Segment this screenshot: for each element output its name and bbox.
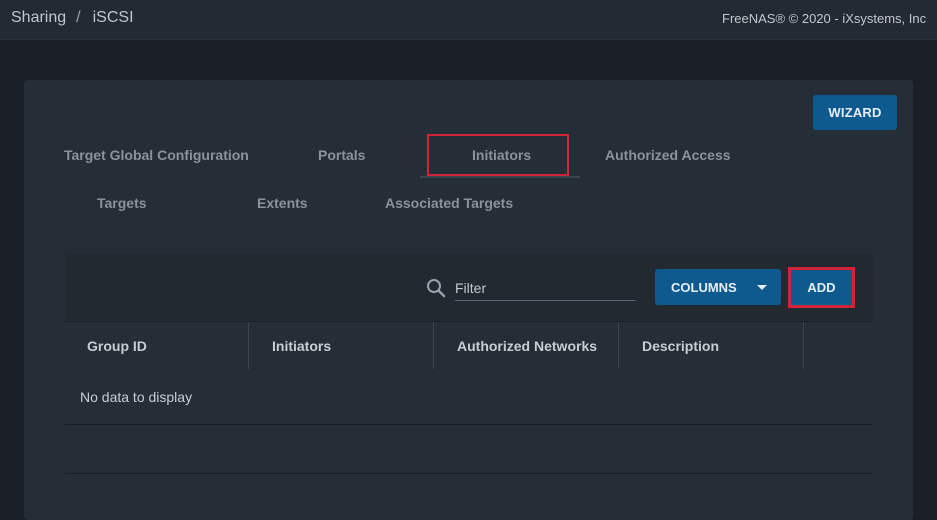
column-header-initiators[interactable]: Initiators [250,322,434,369]
table-row-divider [65,424,873,425]
breadcrumb-sharing[interactable]: Sharing [11,9,66,27]
table-footer-divider [65,473,873,474]
wizard-button[interactable]: WIZARD [813,95,897,130]
column-divider[interactable] [803,322,804,369]
empty-table-message: No data to display [80,389,193,405]
column-divider[interactable] [248,322,249,369]
columns-button-label: COLUMNS [671,280,737,295]
column-header-description[interactable]: Description [620,322,804,369]
caret-down-icon [757,285,767,290]
tab-target-global-configuration[interactable]: Target Global Configuration [64,147,249,163]
copyright-text: FreeNAS® © 2020 - iXsystems, Inc [722,11,927,26]
breadcrumb: Sharing / iSCSI [11,9,134,27]
column-header-authorized-networks[interactable]: Authorized Networks [435,322,619,369]
top-bar: Sharing / iSCSI FreeNAS® © 2020 - iXsyst… [0,0,937,40]
tab-targets[interactable]: Targets [97,195,147,211]
breadcrumb-separator: / [76,9,81,26]
columns-button[interactable]: COLUMNS [655,269,781,305]
tab-portals[interactable]: Portals [318,147,365,163]
tab-associated-targets[interactable]: Associated Targets [385,195,513,211]
add-button[interactable]: ADD [788,267,855,308]
tab-initiators-highlight [427,134,569,176]
column-divider[interactable] [618,322,619,369]
filter-input[interactable] [455,276,635,301]
tab-extents[interactable]: Extents [257,195,308,211]
tab-authorized-access[interactable]: Authorized Access [605,147,731,163]
column-divider[interactable] [433,322,434,369]
column-header-group-id[interactable]: Group ID [65,322,249,369]
search-icon[interactable] [426,278,446,298]
active-tab-underline [420,176,580,178]
breadcrumb-iscsi: iSCSI [92,9,134,26]
